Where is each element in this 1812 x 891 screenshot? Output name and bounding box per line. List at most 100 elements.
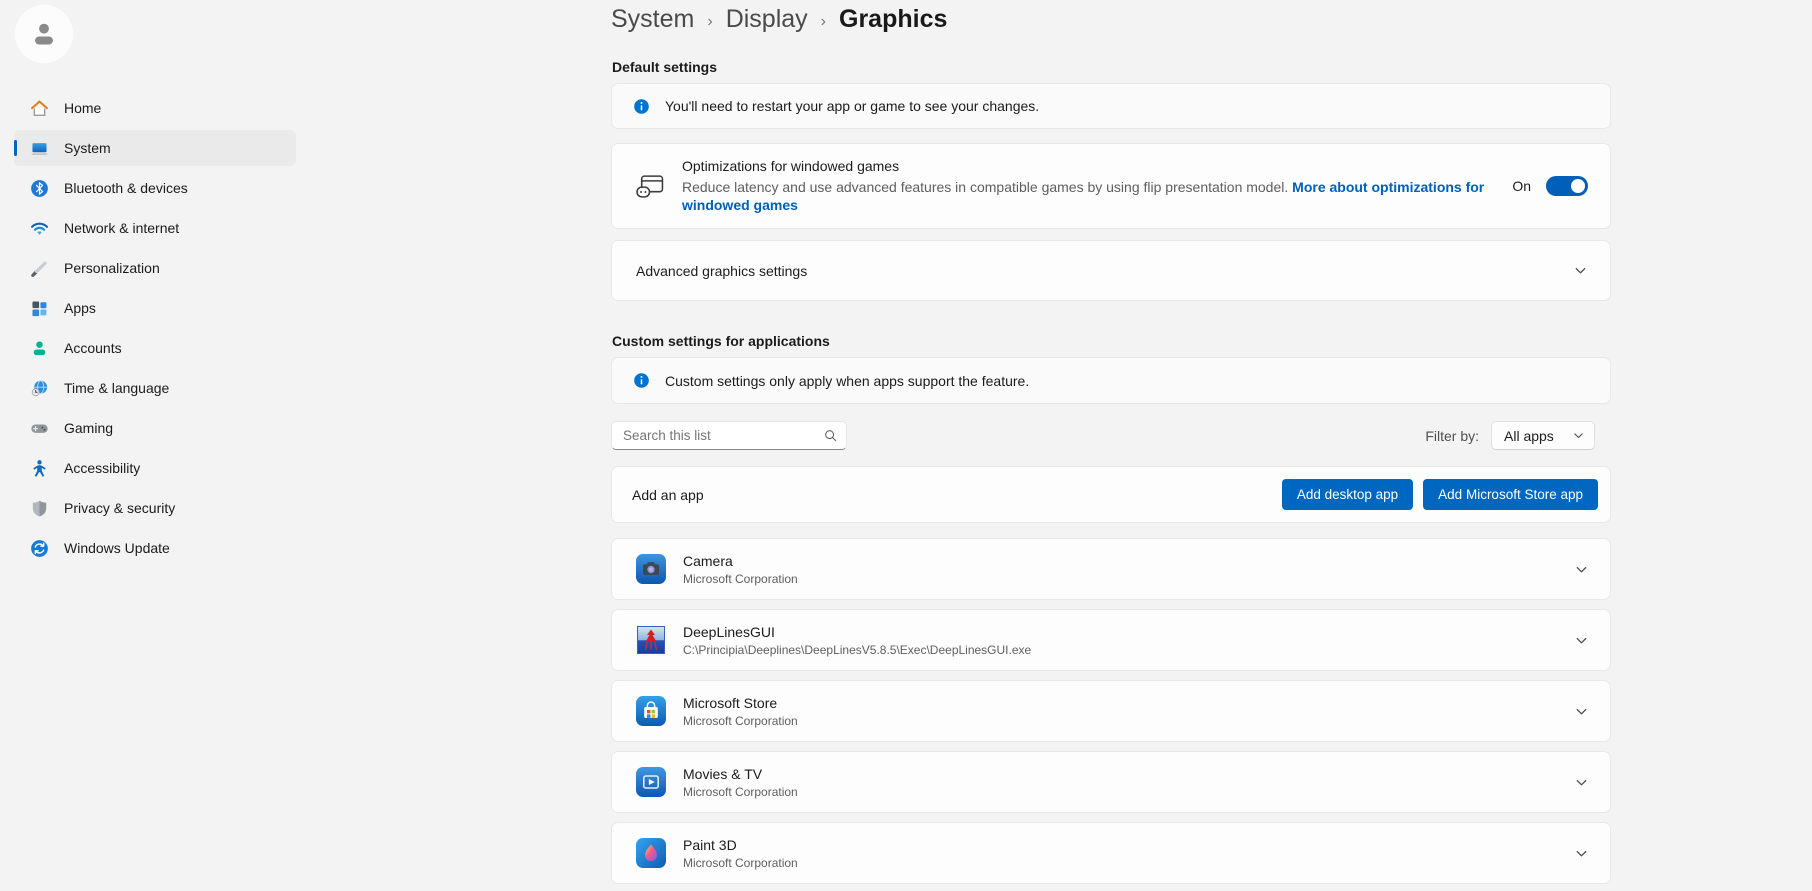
sidebar-item-personalization[interactable]: Personalization — [14, 250, 296, 286]
sidebar: Home System Bluetooth & devices Net — [0, 0, 300, 891]
sidebar-nav: Home System Bluetooth & devices Net — [14, 90, 296, 570]
sidebar-item-label: Time & language — [64, 380, 169, 396]
optimizations-toggle[interactable] — [1546, 176, 1588, 196]
advanced-graphics-settings-row[interactable]: Advanced graphics settings — [611, 240, 1611, 301]
app-subtitle: Microsoft Corporation — [683, 785, 1557, 799]
sidebar-item-gaming[interactable]: Gaming — [14, 410, 296, 446]
accessibility-icon — [30, 459, 49, 478]
default-settings-heading: Default settings — [612, 59, 717, 75]
camera-app-icon — [636, 554, 666, 584]
infobar-text: You'll need to restart your app or game … — [665, 98, 1039, 114]
chevron-down-icon — [1573, 263, 1588, 278]
optimizations-description: Reduce latency and use advanced features… — [682, 178, 1488, 215]
advanced-graphics-label: Advanced graphics settings — [636, 263, 807, 279]
optimizations-title: Optimizations for windowed games — [682, 158, 1488, 174]
sidebar-item-label: Gaming — [64, 420, 113, 436]
chevron-down-icon — [1574, 846, 1589, 861]
search-icon — [824, 429, 838, 443]
app-row-deeplinesgui[interactable]: DeepLinesGUI C:\Principia\Deeplines\Deep… — [611, 609, 1611, 671]
breadcrumb-display[interactable]: Display — [726, 5, 808, 34]
microsoft-store-app-icon — [636, 696, 666, 726]
app-subtitle: Microsoft Corporation — [683, 714, 1557, 728]
sidebar-item-system[interactable]: System — [14, 130, 296, 166]
app-text: DeepLinesGUI C:\Principia\Deeplines\Deep… — [683, 624, 1557, 657]
app-subtitle: C:\Principia\Deeplines\DeepLinesV5.8.5\E… — [683, 643, 1557, 657]
sidebar-item-bluetooth-devices[interactable]: Bluetooth & devices — [14, 170, 296, 206]
info-icon — [633, 98, 650, 115]
sidebar-item-windows-update[interactable]: Windows Update — [14, 530, 296, 566]
app-title: Paint 3D — [683, 837, 1557, 853]
add-app-label: Add an app — [632, 487, 704, 503]
more-about-optimizations-link[interactable]: More about optimizations for — [1292, 179, 1484, 195]
chevron-down-icon — [1574, 704, 1589, 719]
app-subtitle: Microsoft Corporation — [683, 856, 1557, 870]
sidebar-item-label: Network & internet — [64, 220, 179, 236]
app-row-paint-3d[interactable]: Paint 3D Microsoft Corporation — [611, 822, 1611, 884]
search-input[interactable] — [612, 422, 846, 449]
user-avatar[interactable] — [15, 5, 73, 63]
optimizations-description-text: Reduce latency and use advanced features… — [682, 179, 1288, 195]
paint-3d-app-icon — [636, 838, 666, 868]
more-about-optimizations-link[interactable]: windowed games — [682, 197, 798, 213]
accounts-icon — [30, 339, 49, 358]
breadcrumb-separator: › — [707, 9, 712, 31]
chevron-down-icon — [1574, 562, 1589, 577]
app-text: Camera Microsoft Corporation — [683, 553, 1557, 586]
search-box — [611, 421, 847, 450]
chevron-down-icon — [1574, 775, 1589, 790]
breadcrumb-graphics: Graphics — [839, 5, 947, 34]
filter-label: Filter by: — [1425, 428, 1479, 444]
settings-window: Home System Bluetooth & devices Net — [0, 0, 1812, 891]
windows-update-icon — [30, 539, 49, 558]
sidebar-item-label: Apps — [64, 300, 96, 316]
app-title: Movies & TV — [683, 766, 1557, 782]
app-text: Microsoft Store Microsoft Corporation — [683, 695, 1557, 728]
custom-settings-infobar: Custom settings only apply when apps sup… — [611, 357, 1611, 404]
sidebar-item-label: Bluetooth & devices — [64, 180, 188, 196]
app-row-camera[interactable]: Camera Microsoft Corporation — [611, 538, 1611, 600]
app-text: Paint 3D Microsoft Corporation — [683, 837, 1557, 870]
system-icon — [30, 139, 49, 158]
sidebar-item-label: Privacy & security — [64, 500, 175, 516]
toggle-knob — [1571, 179, 1585, 193]
gaming-icon — [30, 419, 49, 438]
main-content: System › Display › Graphics Default sett… — [611, 0, 1611, 891]
custom-settings-heading: Custom settings for applications — [612, 333, 830, 349]
sidebar-item-time-language[interactable]: Time & language — [14, 370, 296, 406]
add-app-buttons: Add desktop app Add Microsoft Store app — [1282, 479, 1598, 510]
selected-indicator — [14, 140, 17, 156]
chevron-down-icon — [1574, 633, 1589, 648]
info-icon — [633, 372, 650, 389]
network-icon — [30, 219, 49, 238]
sidebar-item-privacy-security[interactable]: Privacy & security — [14, 490, 296, 526]
sidebar-item-accessibility[interactable]: Accessibility — [14, 450, 296, 486]
deeplines-app-icon — [636, 625, 666, 655]
breadcrumb-system[interactable]: System — [611, 5, 694, 34]
app-subtitle: Microsoft Corporation — [683, 572, 1557, 586]
sidebar-item-accounts[interactable]: Accounts — [14, 330, 296, 366]
app-row-movies-tv[interactable]: Movies & TV Microsoft Corporation — [611, 751, 1611, 813]
app-row-microsoft-store[interactable]: Microsoft Store Microsoft Corporation — [611, 680, 1611, 742]
app-text: Movies & TV Microsoft Corporation — [683, 766, 1557, 799]
app-title: Camera — [683, 553, 1557, 569]
optimizations-card: Optimizations for windowed games Reduce … — [611, 143, 1611, 229]
privacy-icon — [30, 499, 49, 518]
restart-infobar: You'll need to restart your app or game … — [611, 83, 1611, 129]
sidebar-item-apps[interactable]: Apps — [14, 290, 296, 326]
add-desktop-app-button[interactable]: Add desktop app — [1282, 479, 1413, 510]
windowed-games-icon — [636, 174, 664, 199]
sidebar-item-label: System — [64, 140, 111, 156]
sidebar-item-label: Personalization — [64, 260, 160, 276]
add-app-row: Add an app Add desktop app Add Microsoft… — [611, 466, 1611, 523]
filter-dropdown[interactable]: All apps — [1491, 421, 1595, 450]
movies-tv-app-icon — [636, 767, 666, 797]
apps-icon — [30, 299, 49, 318]
infobar-text: Custom settings only apply when apps sup… — [665, 373, 1029, 389]
add-microsoft-store-app-button[interactable]: Add Microsoft Store app — [1423, 479, 1598, 510]
home-icon — [30, 99, 49, 118]
filter-area: Filter by: All apps — [1425, 421, 1595, 450]
sidebar-item-network-internet[interactable]: Network & internet — [14, 210, 296, 246]
sidebar-item-home[interactable]: Home — [14, 90, 296, 126]
person-icon — [28, 18, 60, 50]
optimizations-text: Optimizations for windowed games Reduce … — [682, 158, 1494, 215]
